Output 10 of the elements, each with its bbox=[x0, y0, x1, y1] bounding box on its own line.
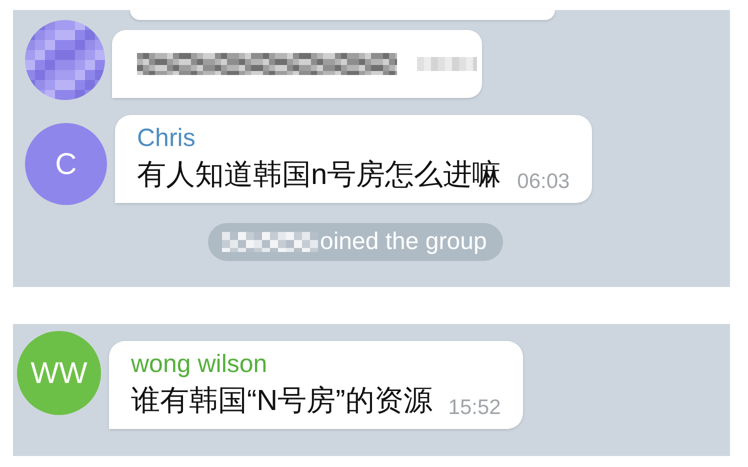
message-time: 15:52 bbox=[448, 395, 501, 421]
message-time: 06:03 bbox=[517, 169, 570, 195]
sender-name: Chris bbox=[137, 123, 196, 153]
avatar: WW bbox=[17, 331, 101, 415]
avatar: C bbox=[25, 123, 107, 205]
message-text: 谁有韩国“N号房”的资源 bbox=[131, 384, 432, 419]
sender-name: wong wilson bbox=[131, 349, 268, 379]
service-message-text: oined the group bbox=[320, 227, 487, 257]
blurred-time-drawing bbox=[417, 57, 477, 71]
message-text: 有人知道韩国n号房怎么进嘛 bbox=[137, 158, 502, 193]
